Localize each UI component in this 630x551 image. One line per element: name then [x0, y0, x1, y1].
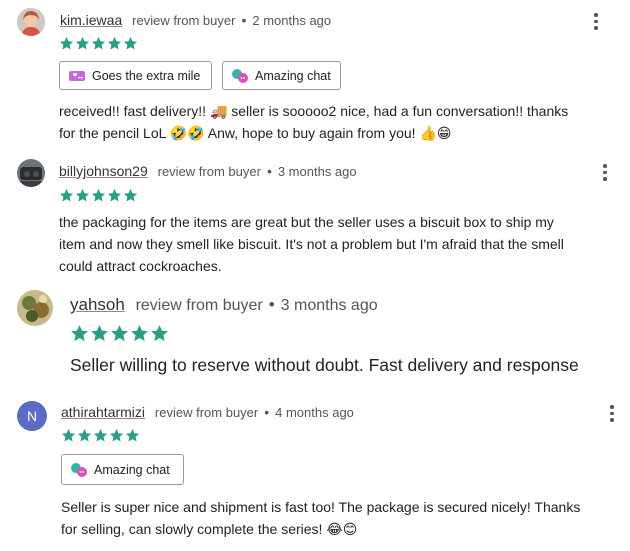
review-type: review from buyer [132, 13, 236, 28]
review-text-line: could attract cockroaches. [59, 258, 222, 274]
separator-dot: • [266, 163, 272, 179]
avatar-image [17, 8, 45, 36]
star-icon [59, 188, 74, 202]
star-icon [93, 428, 108, 442]
separator-dot: • [241, 12, 247, 28]
username-link[interactable]: yahsoh [70, 295, 125, 314]
star-icon [125, 428, 140, 442]
avatar[interactable] [17, 290, 53, 326]
review-text: Seller willing to reserve without doubt.… [70, 352, 625, 378]
star-icon [107, 188, 122, 202]
review-text-line: item and now they smell like biscuit. It… [59, 236, 564, 252]
avatar-letter: N [26, 408, 38, 424]
username-link[interactable]: kim.iewaa [60, 12, 122, 28]
star-rating [61, 428, 141, 443]
star-icon [77, 428, 92, 442]
review-text: Seller is super nice and shipment is fas… [61, 496, 627, 540]
more-options-icon[interactable] [589, 13, 603, 30]
review-type: review from buyer [154, 405, 259, 420]
star-icon [123, 36, 138, 50]
review-header: kim.iewaa review from buyer • 2 months ago [60, 12, 331, 28]
star-icon [71, 325, 88, 342]
more-options-icon[interactable] [605, 405, 619, 422]
avatar-image [17, 290, 53, 326]
review-text-line: Seller is super nice and shipment is fas… [61, 499, 581, 515]
review-text: the packaging for the items are great bu… [59, 211, 624, 277]
star-icon [91, 325, 108, 342]
separator-dot: • [264, 404, 270, 420]
username-link[interactable]: billyjohnson29 [59, 163, 148, 179]
review-text-line: the packaging for the items are great bu… [59, 214, 554, 230]
star-icon [91, 188, 106, 202]
username-link[interactable]: athirahtarmizi [61, 404, 145, 420]
review-time: 2 months ago [252, 13, 332, 28]
star-rating [70, 324, 170, 343]
tag-label: Amazing chat [94, 462, 170, 477]
star-icon [111, 325, 128, 342]
star-rating [59, 36, 139, 51]
review-time: 3 months ago [277, 164, 357, 179]
avatar[interactable] [17, 159, 45, 187]
review-header: athirahtarmizi review from buyer • 4 month… [61, 404, 354, 420]
star-icon [61, 428, 76, 442]
star-icon [75, 36, 90, 50]
more-options-icon[interactable] [598, 164, 612, 181]
review-time: 4 months ago [275, 405, 354, 420]
star-icon [107, 36, 122, 50]
review-type: review from buyer [157, 164, 261, 179]
tag-label: Goes the extra mile [92, 68, 201, 83]
chat-bubbles-icon [232, 68, 248, 83]
star-icon [151, 325, 168, 342]
star-icon [91, 36, 106, 50]
review-time: 3 months ago [280, 297, 378, 314]
review-header: yahsoh review from buyer • 3 months ago [70, 295, 378, 315]
tag-label: Amazing chat [255, 68, 331, 83]
star-icon [75, 188, 90, 202]
star-icon [131, 325, 148, 342]
tag-amazing-chat[interactable]: Amazing chat [61, 454, 184, 485]
review-text-line: Seller willing to reserve without doubt.… [70, 355, 579, 375]
separator-dot: • [268, 295, 275, 314]
tag-goes-the-extra-mile[interactable]: Goes the extra mile [59, 61, 212, 90]
tag-amazing-chat[interactable]: Amazing chat [222, 61, 341, 90]
star-icon [123, 188, 138, 202]
review-text: received!! fast delivery!! 🚚 seller is s… [59, 100, 624, 144]
star-icon [59, 36, 74, 50]
avatar-image [17, 159, 45, 187]
avatar[interactable] [17, 8, 45, 36]
review-text-line: for selling, can slowly complete the ser… [61, 521, 358, 537]
heart-ticket-icon [69, 70, 85, 81]
review-text-line: for the pencil LoL 🤣🤣 Anw, hope to buy a… [59, 125, 452, 141]
star-rating [59, 188, 139, 203]
star-icon [109, 428, 124, 442]
review-text-line: received!! fast delivery!! 🚚 seller is s… [59, 103, 569, 119]
review-header: billyjohnson29 review from buyer • 3 month… [59, 163, 357, 179]
review-type: review from buyer [135, 297, 263, 314]
chat-bubbles-icon [71, 462, 87, 477]
avatar[interactable]: N [17, 401, 47, 431]
